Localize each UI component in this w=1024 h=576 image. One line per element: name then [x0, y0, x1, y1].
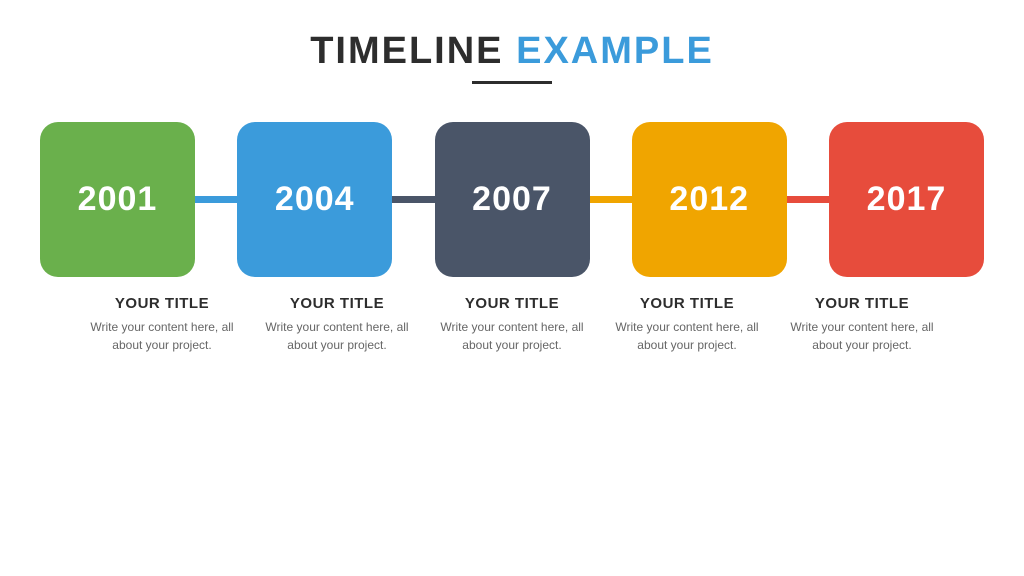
year-2012: 2012	[669, 180, 749, 219]
year-2017: 2017	[867, 180, 947, 219]
label-item-4: YOUR TITLE Write your content here, all …	[600, 295, 775, 354]
header: TIMELINE EXAMPLE	[310, 30, 714, 84]
connector-4	[787, 196, 829, 203]
timeline-box-2001: 2001	[40, 122, 195, 277]
timeline-box-2017: 2017	[829, 122, 984, 277]
year-2001: 2001	[78, 180, 158, 219]
timeline-row: 2001 2004 2007 2012	[40, 122, 984, 277]
label-desc-5: Write your content here, all about your …	[783, 318, 942, 354]
year-2007: 2007	[472, 180, 552, 219]
label-item-5: YOUR TITLE Write your content here, all …	[775, 295, 950, 354]
label-title-2: YOUR TITLE	[258, 295, 417, 312]
label-title-5: YOUR TITLE	[783, 295, 942, 312]
label-title-1: YOUR TITLE	[83, 295, 242, 312]
timeline-box-2012: 2012	[632, 122, 787, 277]
label-title-4: YOUR TITLE	[608, 295, 767, 312]
timeline-labels: YOUR TITLE Write your content here, all …	[40, 295, 984, 354]
year-2004: 2004	[275, 180, 355, 219]
connector-2	[392, 196, 434, 203]
label-item-1: YOUR TITLE Write your content here, all …	[75, 295, 250, 354]
timeline-box-2007: 2007	[435, 122, 590, 277]
timeline-section: 2001 2004 2007 2012	[40, 122, 984, 354]
title-part1: TIMELINE	[310, 30, 503, 72]
connector-1	[195, 196, 237, 203]
page-container: TIMELINE EXAMPLE 2001 2004 2007	[0, 0, 1024, 576]
label-item-3: YOUR TITLE Write your content here, all …	[425, 295, 600, 354]
title-part2: EXAMPLE	[516, 30, 714, 72]
page-title: TIMELINE EXAMPLE	[310, 30, 714, 73]
timeline-box-2004: 2004	[237, 122, 392, 277]
label-item-2: YOUR TITLE Write your content here, all …	[250, 295, 425, 354]
connector-3	[590, 196, 632, 203]
label-desc-2: Write your content here, all about your …	[258, 318, 417, 354]
label-desc-4: Write your content here, all about your …	[608, 318, 767, 354]
title-underline	[472, 81, 552, 84]
label-desc-3: Write your content here, all about your …	[433, 318, 592, 354]
label-title-3: YOUR TITLE	[433, 295, 592, 312]
label-desc-1: Write your content here, all about your …	[83, 318, 242, 354]
